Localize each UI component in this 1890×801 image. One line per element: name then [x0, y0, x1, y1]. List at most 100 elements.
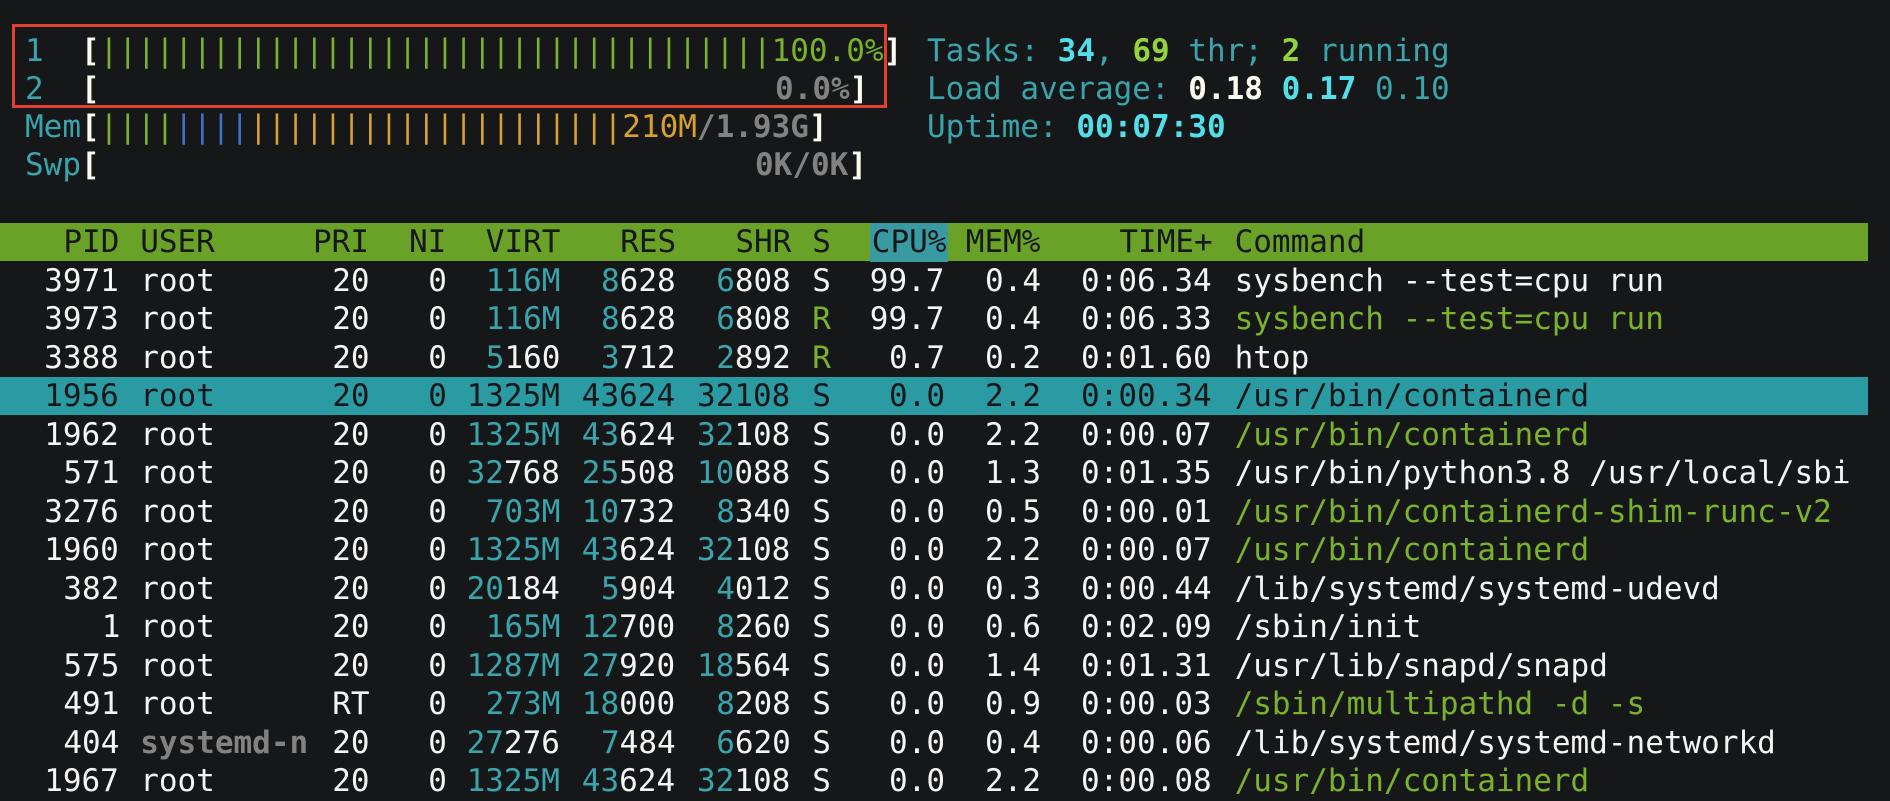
cell-res: 5904 — [601, 570, 676, 607]
cell-res: 18000 — [581, 686, 676, 722]
load-5: 0.17 — [1281, 71, 1357, 107]
cell-mem: 2.2 — [985, 416, 1041, 453]
cell-cmd: /lib/systemd/systemd-udevd — [1234, 570, 1720, 607]
cell-virt: 1325M — [466, 532, 560, 568]
cell-time: 0:00.06 — [1081, 724, 1212, 761]
cell-pid: 1 — [101, 609, 121, 645]
cell-pid: 3276 — [44, 493, 119, 530]
cell-cpu: 0.0 — [889, 763, 945, 799]
cell-ni: 0 — [428, 378, 447, 414]
cell-pri: 20 — [332, 455, 370, 491]
cell-s: S — [812, 647, 831, 684]
cell-cpu: 0.0 — [889, 378, 945, 414]
cell-shr: 6808 — [716, 301, 791, 337]
cell-virt: 273M — [485, 686, 561, 722]
column-header-shr[interactable]: SHR — [735, 223, 791, 262]
cell-pid: 3973 — [44, 301, 119, 337]
column-header-pri[interactable]: PRI — [313, 223, 369, 262]
column-header-s[interactable]: S — [812, 223, 831, 262]
cell-virt: 20184 — [466, 570, 560, 607]
mem-used: 210M — [622, 109, 697, 145]
cell-pri: 20 — [332, 262, 370, 299]
cell-cmd: /usr/lib/snapd/snapd — [1234, 647, 1608, 684]
column-header-virt[interactable]: VIRT — [486, 223, 561, 262]
mem-bar-buffers: |||| — [174, 109, 249, 145]
cell-time: 0:01.60 — [1081, 339, 1212, 376]
column-header-cmd[interactable]: Command — [1235, 223, 1366, 262]
cell-ni: 0 — [428, 532, 447, 568]
cell-pri: 20 — [332, 647, 370, 684]
cell-res: 10732 — [581, 493, 676, 530]
cell-s: S — [812, 416, 831, 453]
cell-cpu: 0.0 — [889, 609, 945, 645]
cell-mem: 0.4 — [985, 724, 1041, 761]
cpu1-value: 100.0% — [771, 33, 884, 69]
column-header-time[interactable]: TIME+ — [1119, 223, 1212, 262]
cell-pri: 20 — [332, 724, 370, 761]
cell-shr: 32108 — [697, 763, 791, 799]
swp-value: 0K/0K — [755, 147, 849, 183]
column-header-res[interactable]: RES — [620, 223, 676, 262]
cell-cmd: /sbin/multipathd -d -s — [1234, 686, 1646, 722]
cell-pid: 382 — [63, 570, 120, 607]
cell-time: 0:00.01 — [1081, 493, 1212, 530]
cell-pri: 20 — [332, 763, 370, 799]
thr-label: thr; — [1169, 33, 1282, 69]
cell-shr: 10088 — [697, 455, 791, 491]
cell-res: 43624 — [581, 532, 676, 568]
cell-virt: 703M — [485, 493, 561, 530]
column-header-pid[interactable]: PID — [63, 223, 119, 262]
column-header-mem[interactable]: MEM% — [966, 223, 1041, 262]
cell-user: root — [140, 609, 215, 645]
cell-ni: 0 — [428, 647, 447, 684]
cell-cpu: 0.0 — [889, 686, 945, 722]
cell-pid: 491 — [63, 686, 120, 722]
cell-s: S — [812, 455, 831, 491]
cell-ni: 0 — [428, 301, 447, 337]
cell-s: S — [812, 262, 831, 299]
cell-virt: 32768 — [466, 455, 560, 491]
cell-ni: 0 — [428, 455, 447, 491]
cell-virt: 116M — [485, 262, 561, 299]
cell-time: 0:00.07 — [1081, 416, 1212, 453]
cell-pid: 404 — [63, 724, 120, 761]
mem-meter: Mem[||||||||||||||||||||||||||||210M/1.9… — [25, 109, 828, 145]
cell-pri: 20 — [332, 339, 370, 376]
cell-mem: 1.4 — [985, 647, 1041, 684]
cell-shr: 4012 — [716, 570, 791, 607]
column-header-user[interactable]: USER — [140, 223, 215, 262]
mem-total: /1.93G — [696, 109, 809, 145]
cell-pri: 20 — [332, 493, 370, 530]
cell-user: root — [140, 301, 215, 337]
cell-user: root — [140, 416, 215, 453]
cell-mem: 0.5 — [985, 493, 1041, 530]
cell-cpu: 0.0 — [889, 416, 945, 453]
cell-shr: 18564 — [697, 647, 791, 684]
cell-mem: 2.2 — [985, 763, 1041, 799]
cell-cmd: sysbench --test=cpu run — [1234, 301, 1664, 337]
cell-shr: 8260 — [716, 609, 791, 645]
cell-res: 43624 — [581, 763, 676, 799]
cell-s: S — [812, 724, 831, 761]
tasks-count: 34 — [1057, 33, 1095, 69]
cell-ni: 0 — [428, 763, 447, 799]
cell-user: systemd-n — [140, 724, 309, 761]
cpu1-meter: 1 [||||||||||||||||||||||||||||||||||||1… — [25, 33, 903, 69]
cell-pid: 1962 — [44, 416, 119, 453]
column-header-cpu[interactable]: CPU% — [869, 223, 949, 262]
cell-ni: 0 — [428, 570, 447, 607]
cell-ni: 0 — [428, 609, 447, 645]
cell-virt: 1325M — [466, 416, 560, 453]
cell-cpu: 99.7 — [869, 262, 945, 299]
cpu2-label: 2 — [25, 71, 44, 107]
cell-cmd: /usr/bin/containerd — [1234, 763, 1590, 799]
cell-cpu: 0.0 — [889, 493, 945, 530]
load-line: Load average: 0.18 0.17 0.10 — [927, 70, 1450, 109]
cell-ni: 0 — [428, 416, 447, 453]
cell-pri: 20 — [332, 532, 370, 568]
cell-mem: 0.6 — [985, 609, 1041, 645]
column-header-ni[interactable]: NI — [409, 223, 446, 262]
cell-ni: 0 — [428, 686, 447, 722]
cell-time: 0:00.07 — [1081, 532, 1212, 568]
cell-user: root — [140, 339, 215, 376]
